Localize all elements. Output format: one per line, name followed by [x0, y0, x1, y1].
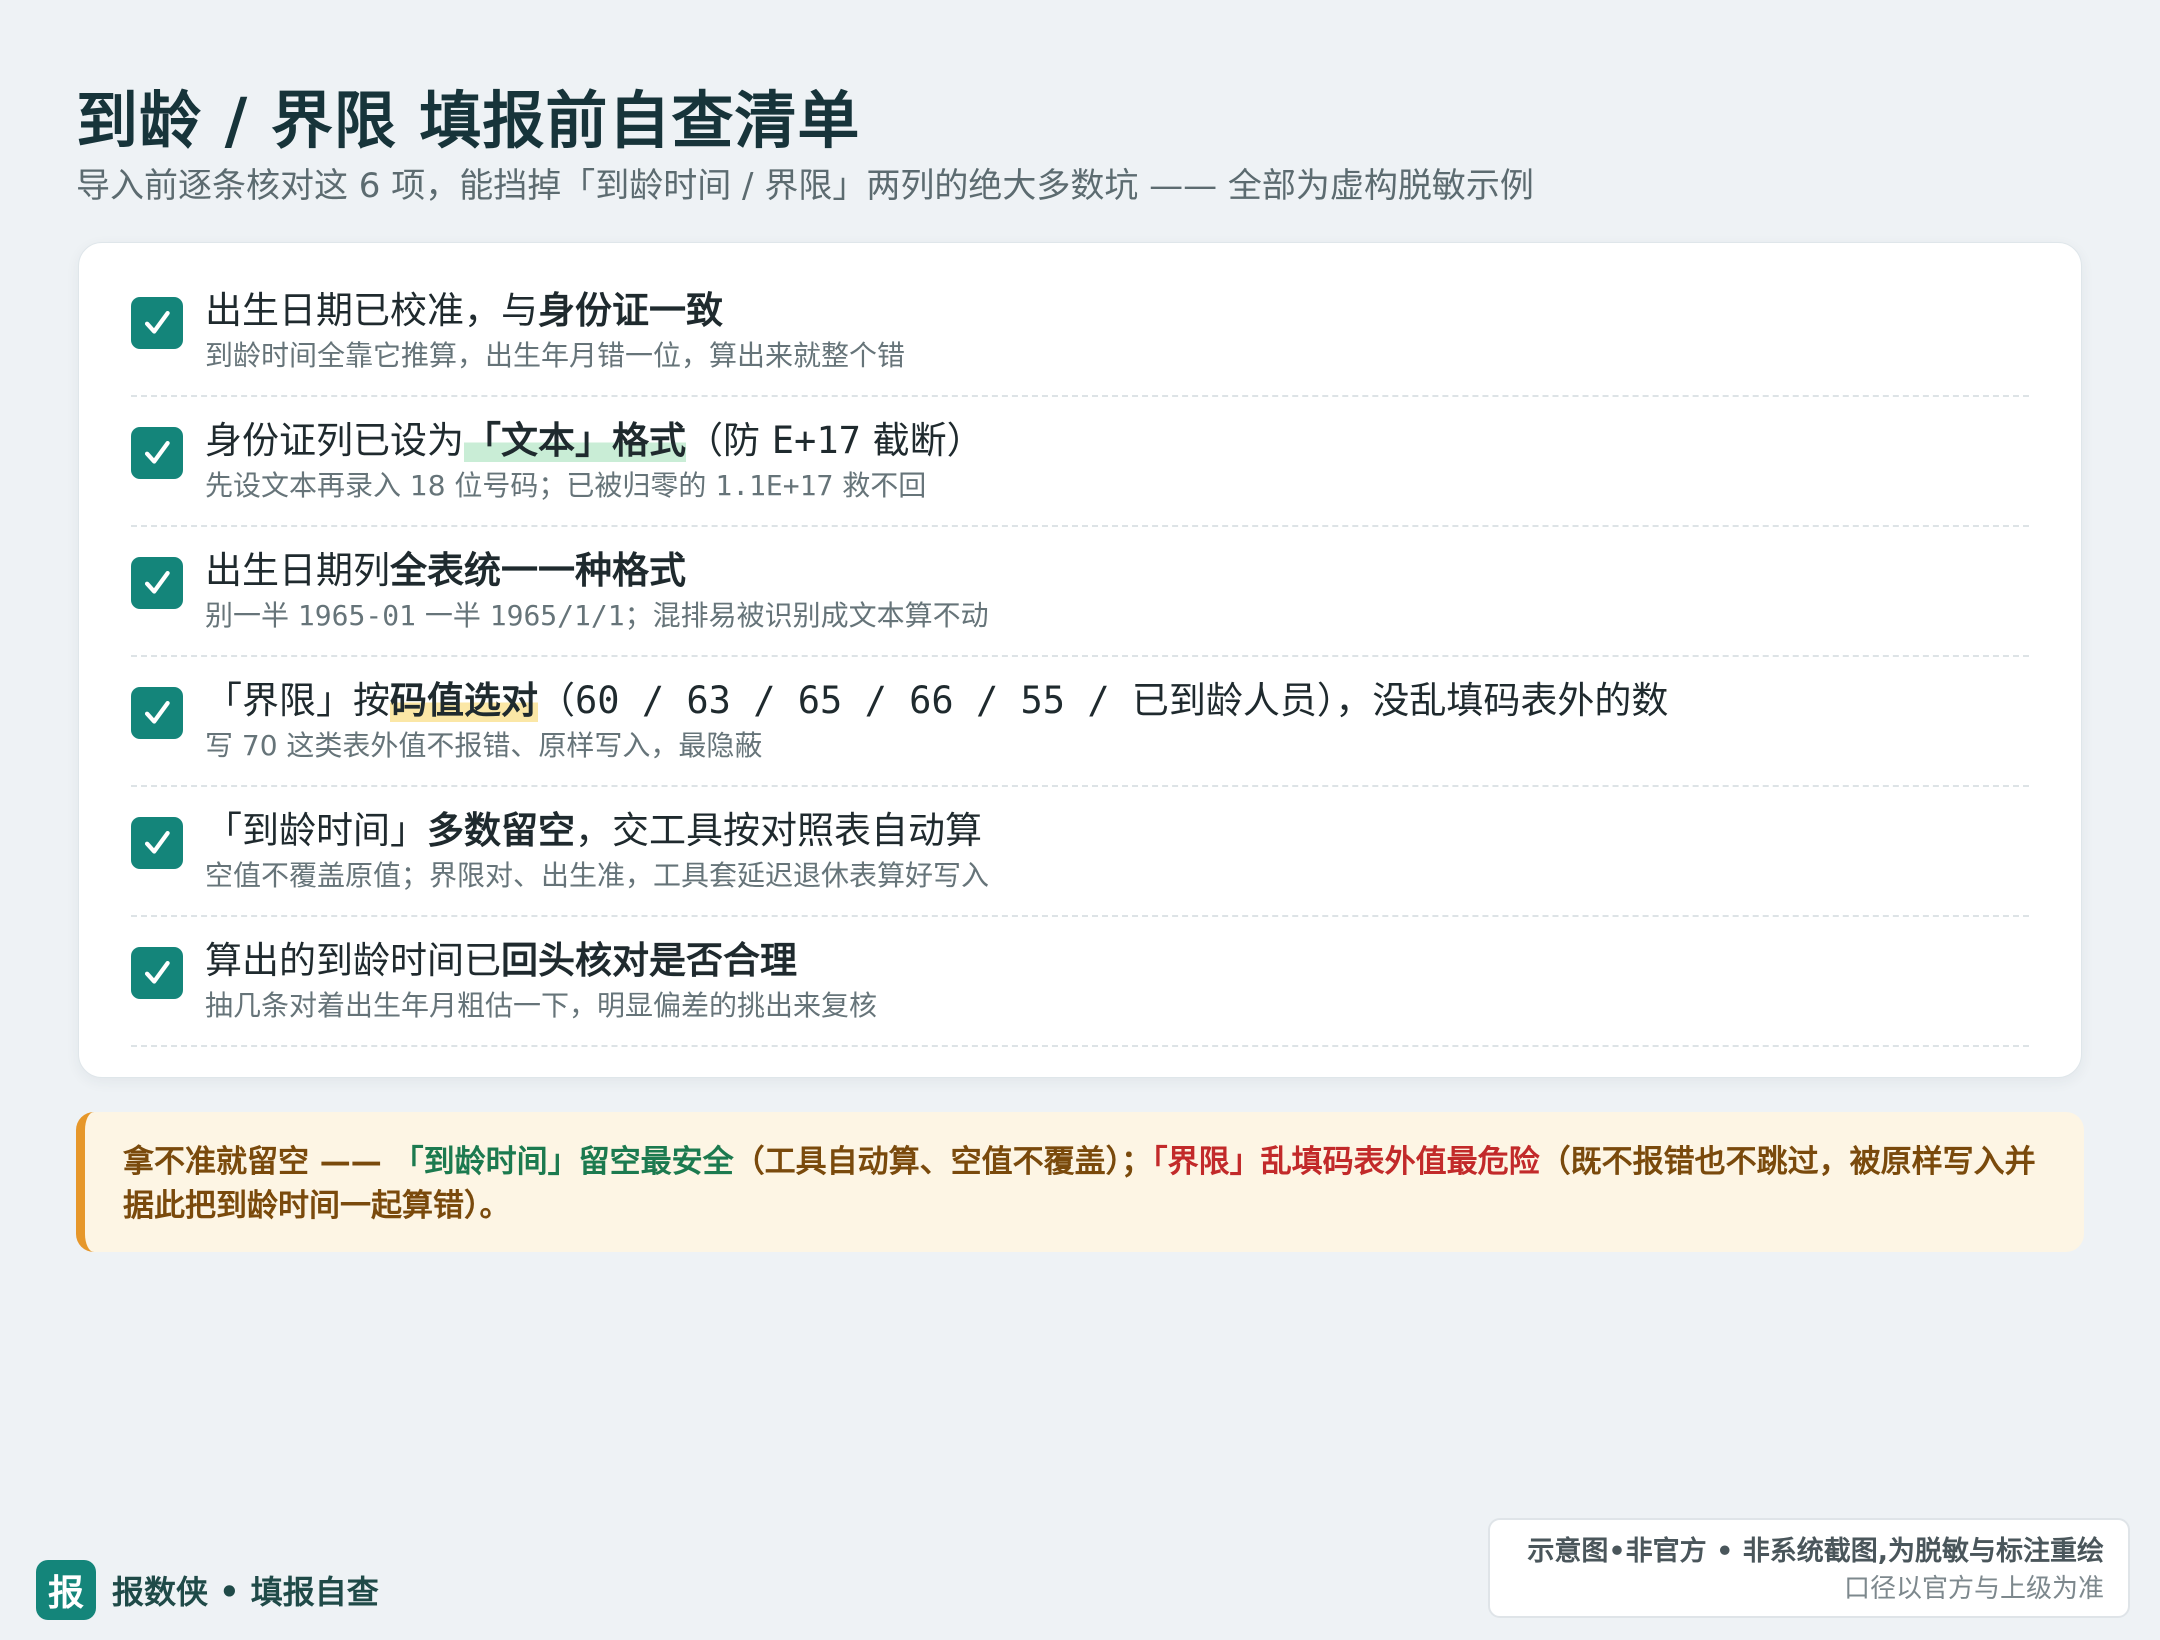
check-icon	[144, 700, 170, 724]
check-icon	[144, 310, 170, 334]
disclaimer-badge: 示意图•非官方 • 非系统截图,为脱敏与标注重绘 口径以官方与上级为准	[1488, 1518, 2130, 1618]
item-sub-text: 抽几条对着出生年月粗估一下，明显偏差的挑出来复核	[205, 989, 878, 1022]
item-sub-text: 别一半 1965-01 一半 1965/1/1；混排易被识别成文本算不动	[205, 599, 989, 632]
check-icon	[144, 960, 170, 984]
checklist-item: 算出的到龄时间已回头核对是否合理 抽几条对着出生年月粗估一下，明显偏差的挑出来复…	[131, 917, 2029, 1047]
item-main-text: 出生日期列全表统一一种格式	[205, 549, 686, 592]
warning-callout: 拿不准就留空 —— 「到龄时间」留空最安全（工具自动算、空值不覆盖）；「界限」乱…	[76, 1112, 2084, 1252]
checkbox-checked[interactable]	[131, 427, 183, 479]
checklist-item: 「到龄时间」多数留空，交工具按对照表自动算 空值不覆盖原值；界限对、出生准，工具…	[131, 787, 2029, 917]
brand-logo: 报	[36, 1560, 96, 1620]
checklist-card: 出生日期已校准，与身份证一致 到龄时间全靠它推算，出生年月错一位，算出来就整个错…	[78, 242, 2082, 1078]
checklist-item: 身份证列已设为「文本」格式（防 E+17 截断） 先设文本再录入 18 位号码；…	[131, 397, 2029, 527]
highlight-text-format: 「文本」格式	[464, 419, 686, 462]
check-icon	[144, 440, 170, 464]
page-subtitle: 导入前逐条核对这 6 项，能挡掉「到龄时间 / 界限」两列的绝大多数坑 —— 全…	[76, 166, 1534, 206]
disclaimer-line1: 示意图•非官方 • 非系统截图,为脱敏与标注重绘	[1527, 1536, 2104, 1567]
highlight-code-value: 码值选对	[390, 679, 538, 722]
item-main-text: 身份证列已设为「文本」格式（防 E+17 截断）	[205, 419, 984, 462]
item-sub-text: 先设文本再录入 18 位号码；已被归零的 1.1E+17 救不回	[205, 469, 927, 502]
item-sub-text: 空值不覆盖原值；界限对、出生准，工具套延迟退休表算好写入	[205, 859, 990, 892]
check-icon	[144, 830, 170, 854]
item-sub-text: 到龄时间全靠它推算，出生年月错一位，算出来就整个错	[205, 339, 906, 372]
checklist-item: 「界限」按码值选对（60 / 63 / 65 / 66 / 55 / 已到龄人员…	[131, 657, 2029, 787]
brand-name: 报数侠 • 填报自查	[112, 1573, 379, 1611]
disclaimer-line2: 口径以官方与上级为准	[1843, 1574, 2104, 1604]
item-main-text: 出生日期已校准，与身份证一致	[205, 289, 723, 332]
warning-danger-text: 「界限」乱填码表外值最危险	[1152, 1144, 1540, 1180]
checkbox-checked[interactable]	[131, 947, 183, 999]
checkbox-checked[interactable]	[131, 817, 183, 869]
checkbox-checked[interactable]	[131, 687, 183, 739]
item-main-text: 算出的到龄时间已回头核对是否合理	[205, 939, 797, 982]
item-sub-text: 写 70 这类表外值不报错、原样写入，最隐蔽	[205, 729, 763, 762]
item-main-text: 「到龄时间」多数留空，交工具按对照表自动算	[205, 809, 982, 852]
checkbox-checked[interactable]	[131, 297, 183, 349]
checkbox-checked[interactable]	[131, 557, 183, 609]
item-main-text: 「界限」按码值选对（60 / 63 / 65 / 66 / 55 / 已到龄人员…	[205, 679, 1669, 722]
check-icon	[144, 570, 170, 594]
checklist-item: 出生日期已校准，与身份证一致 到龄时间全靠它推算，出生年月错一位，算出来就整个错	[131, 267, 2029, 397]
warning-safe-text: 「到龄时间」留空最安全	[392, 1144, 734, 1180]
checklist-item: 出生日期列全表统一一种格式 别一半 1965-01 一半 1965/1/1；混排…	[131, 527, 2029, 657]
brand: 报 报数侠 • 填报自查	[36, 1560, 379, 1620]
page-title: 到龄 / 界限 填报前自查清单	[76, 84, 861, 157]
